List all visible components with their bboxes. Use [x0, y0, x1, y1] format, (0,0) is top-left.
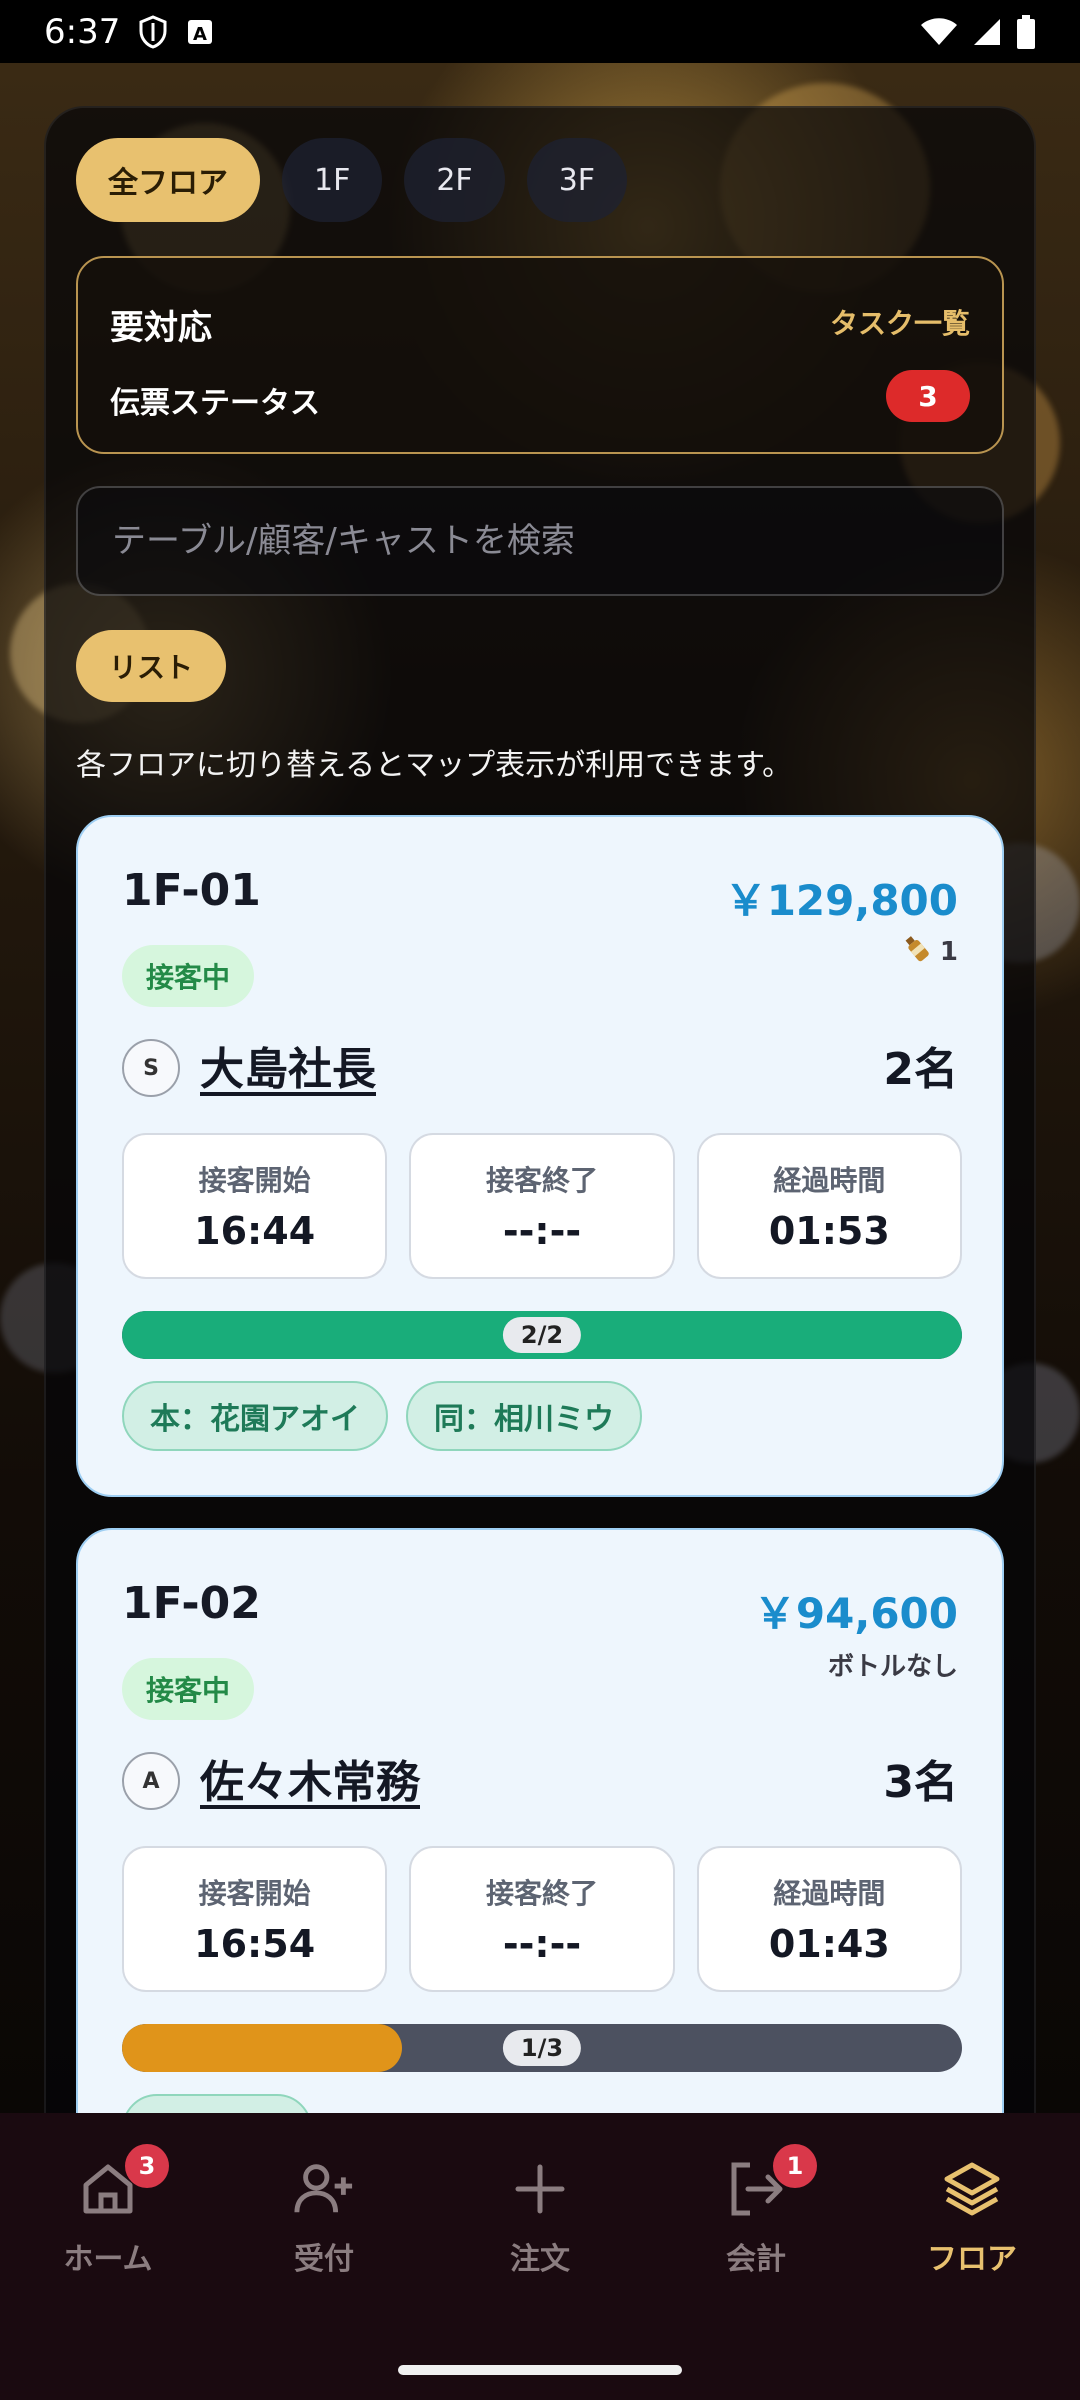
cast-progress-label: 2/2 [502, 1317, 582, 1353]
table-amount: ￥94,600 [753, 1589, 958, 1638]
shield-icon [138, 14, 168, 49]
end-time-value: --:-- [502, 1922, 582, 1966]
battery-icon [1016, 14, 1036, 49]
nav-reception-label: 受付 [294, 2242, 354, 2277]
customer-name-link[interactable]: 佐々木常務 [200, 1746, 420, 1810]
tab-3f[interactable]: 3F [526, 138, 628, 222]
start-time-box: 接客開始 16:54 [122, 1846, 388, 1992]
tab-1f[interactable]: 1F [282, 138, 383, 222]
slip-status-count-badge: 3 [886, 370, 970, 422]
elapsed-time-label: 経過時間 [773, 1164, 886, 1197]
nav-checkout[interactable]: 1 会計 [648, 2144, 864, 2278]
end-time-label: 接客終了 [485, 1877, 598, 1910]
nav-checkout-label: 会計 [726, 2242, 786, 2277]
bottle-count: 1 [902, 933, 958, 970]
table-id: 1F-01 [122, 865, 261, 916]
slip-status-label[interactable]: 伝票ステータス [110, 378, 320, 422]
customer-rank-badge: A [122, 1752, 180, 1810]
bottle-icon [902, 933, 932, 970]
action-required-box: 要対応 タスク一覧 伝票ステータス 3 [76, 256, 1004, 454]
action-required-title: 要対応 [110, 308, 212, 348]
end-time-box: 接客終了 --:-- [409, 1133, 675, 1279]
wifi-icon [920, 17, 958, 47]
status-badge: 接客中 [122, 945, 255, 1007]
customer-rank-badge: S [122, 1039, 180, 1097]
cast-progress-bar: 1/3 [122, 2024, 962, 2072]
home-badge: 3 [125, 2144, 169, 2188]
table-id: 1F-02 [122, 1578, 261, 1629]
table-card[interactable]: 1F-01 ￥129,800 1 接客中 S 大島社長 2名 接客開始 16:4… [76, 815, 1004, 1497]
cast-chip[interactable]: 同：相川ミウ [406, 1381, 642, 1451]
elapsed-time-value: 01:43 [768, 1922, 890, 1966]
elapsed-time-box: 経過時間 01:43 [696, 1846, 962, 1992]
start-time-box: 接客開始 16:44 [122, 1133, 388, 1279]
guest-count: 2名 [883, 1044, 958, 1095]
elapsed-time-box: 経過時間 01:53 [696, 1133, 962, 1279]
time-info: 接客開始 16:54 接客終了 --:-- 経過時間 01:43 [122, 1846, 962, 1992]
search-input[interactable] [78, 488, 1002, 594]
a-notification-icon: A [186, 18, 214, 46]
status-bar: 6:37 A [0, 0, 1080, 63]
nav-order[interactable]: 注文 [432, 2158, 648, 2278]
checkout-badge: 1 [773, 2144, 817, 2188]
nav-floor-label: フロア [927, 2242, 1017, 2277]
layers-icon [941, 2158, 1003, 2220]
start-time-label: 接客開始 [198, 1877, 311, 1910]
user-plus-icon [293, 2158, 355, 2220]
status-badge: 接客中 [122, 1658, 255, 1720]
nav-order-label: 注文 [510, 2242, 570, 2277]
cast-chip[interactable]: 本：花園アオイ [122, 1381, 388, 1451]
signal-icon [972, 17, 1002, 47]
tab-2f[interactable]: 2F [404, 138, 505, 222]
logout-icon: 1 [725, 2144, 817, 2220]
start-time-value: 16:54 [194, 1922, 316, 1966]
home-icon: 3 [77, 2144, 169, 2220]
elapsed-time-value: 01:53 [768, 1209, 890, 1253]
map-hint-text: 各フロアに切り替えるとマップ表示が利用できます。 [76, 748, 793, 783]
table-card[interactable]: 1F-02 ￥94,600 ボトルなし 接客中 A 佐々木常務 3名 接客開始 … [76, 1528, 1004, 2168]
cast-list: 本：花園アオイ 同：相川ミウ [122, 1381, 642, 1451]
nav-floor[interactable]: フロア [864, 2158, 1080, 2278]
time-info: 接客開始 16:44 接客終了 --:-- 経過時間 01:53 [122, 1133, 962, 1279]
customer-name-link[interactable]: 大島社長 [200, 1033, 376, 1097]
nav-reception[interactable]: 受付 [216, 2158, 432, 2278]
bottle-count-value: 1 [939, 936, 958, 967]
home-indicator[interactable] [398, 2365, 682, 2375]
status-time: 6:37 [44, 11, 121, 52]
elapsed-time-label: 経過時間 [773, 1877, 886, 1910]
tab-all-floors[interactable]: 全フロア [76, 138, 260, 222]
list-view-button[interactable]: リスト [76, 630, 226, 702]
cast-progress-bar: 2/2 [122, 1311, 962, 1359]
start-time-label: 接客開始 [198, 1164, 311, 1197]
bottom-navigation: 3 ホーム 受付 注文 1 会計 フロア [0, 2113, 1080, 2400]
end-time-box: 接客終了 --:-- [409, 1846, 675, 1992]
nav-home[interactable]: 3 ホーム [0, 2144, 216, 2278]
task-list-link[interactable]: タスク一覧 [830, 302, 970, 342]
table-amount: ￥129,800 [724, 876, 958, 925]
cast-progress-label: 1/3 [502, 2030, 582, 2066]
bottle-status: ボトルなし [827, 1652, 958, 1682]
guest-count: 3名 [883, 1757, 958, 1808]
nav-home-label: ホーム [63, 2242, 153, 2277]
svg-text:A: A [193, 24, 207, 45]
floor-tabs: 全フロア 1F 2F 3F [76, 138, 628, 222]
start-time-value: 16:44 [194, 1209, 316, 1253]
cast-progress-fill [122, 2024, 402, 2072]
end-time-value: --:-- [502, 1209, 582, 1253]
end-time-label: 接客終了 [485, 1164, 598, 1197]
search-field [76, 486, 1004, 596]
plus-icon [509, 2158, 571, 2220]
